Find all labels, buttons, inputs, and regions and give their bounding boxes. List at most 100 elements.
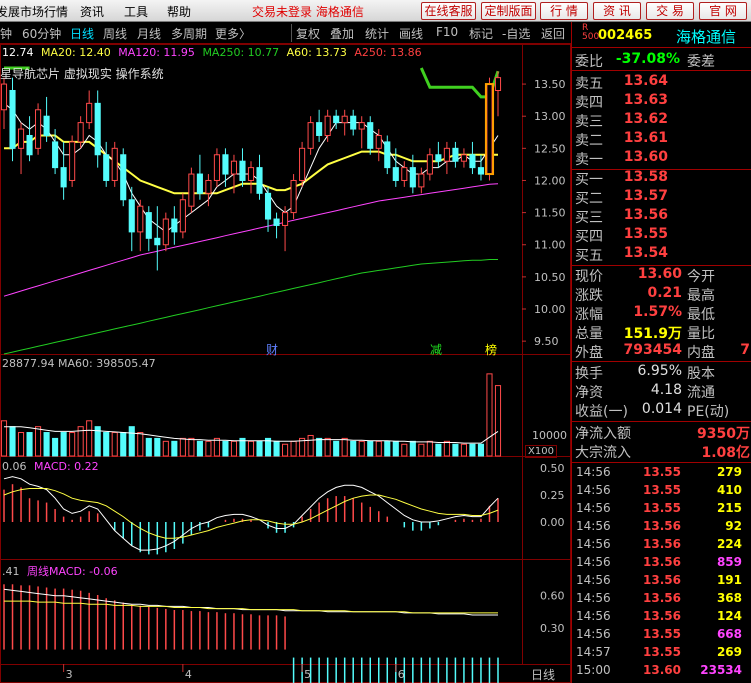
sell-level-row[interactable]: 卖三 13.62 [572,111,751,130]
weibi-value: -37.08% [615,51,680,67]
period-multi[interactable]: 多周期 [171,25,207,42]
trade-tick-row[interactable]: 14:57 13.55 269 [572,645,751,663]
sell-level-price: 13.62 [623,111,668,127]
mark-button[interactable]: 标记 [469,25,493,42]
price-tick-label: 13.00 [534,110,566,123]
chart-area[interactable]: 13.50 13.00 12.50 12.00 11.50 11.00 10.50 10.00… [0,44,571,683]
tick-volume: 224 [716,537,742,551]
trade-tick-row[interactable]: 14:56 13.55 668 [572,627,751,645]
tick-time: 14:56 [576,573,611,587]
volume-bar [43,432,50,457]
candle-up [282,212,289,226]
stat-row: 现价 13.60 今开 [572,266,751,285]
trade-tick-row[interactable]: 14:56 13.55 215 [572,501,751,519]
sell-level-row[interactable]: 卖四 13.63 [572,92,751,111]
stat-value: 151.9万 [623,326,682,342]
trade-tick-row[interactable]: 14:56 13.56 92 [572,519,751,537]
finance-row: 换手 6.95% 股本 [572,363,751,382]
marker-finance[interactable]: 财 [266,341,278,358]
menu-bar: 发展市场行情 资讯 工具 帮助 交易未登录 海格通信 在线客服 定制版面 行 情… [0,0,751,22]
candle-up [299,147,306,181]
volume-bar [290,440,297,457]
sell-level-row[interactable]: 卖二 13.61 [572,130,751,149]
sell-level-row[interactable]: 卖五 13.64 [572,73,751,92]
sell-level-row[interactable]: 卖一 13.60 [572,149,751,168]
period-monthly[interactable]: 月线 [137,25,161,42]
tick-volume: 279 [716,465,742,479]
tick-price: 13.55 [643,465,681,479]
volume-bar [392,440,399,457]
buy-level-price: 13.56 [623,207,668,223]
watchlist-button[interactable]: -自选 [502,25,530,42]
stock-code: 002465 [598,28,653,43]
trade-tick-row[interactable]: 14:56 13.56 124 [572,609,751,627]
menu-market[interactable]: 发展市场行情 [0,3,68,20]
buy-level-row[interactable]: 买一 13.58 [572,169,751,188]
period-weekly[interactable]: 周线 [103,25,127,42]
candle-down [9,89,16,149]
trade-button[interactable]: 交 易 [646,2,694,20]
trade-tick-row[interactable]: 14:56 13.56 224 [572,537,751,555]
menu-news[interactable]: 资讯 [80,3,104,20]
weibi-label: 委比 [575,54,603,70]
trade-tick-row[interactable]: 15:00 13.60 23534 [572,663,751,681]
weekly-macd-legend-prefix: .41 [2,565,20,578]
adjust-button[interactable]: 复权 [296,25,320,42]
volume-bar [35,426,42,457]
marker-reduce[interactable]: 减 [430,341,442,358]
tick-time: 14:56 [576,591,611,605]
volume-bar [171,440,178,457]
buy-level-row[interactable]: 买四 13.55 [572,226,751,245]
trade-tick-row[interactable]: 14:56 13.56 368 [572,591,751,609]
menu-help[interactable]: 帮助 [167,3,191,20]
stat-label: 现价 [575,269,603,285]
period-daily[interactable]: 日线 [70,25,94,42]
candle-down [477,167,485,175]
candle-up [77,122,84,143]
trade-tick-row[interactable]: 14:56 13.56 859 [572,555,751,573]
candle-down [333,115,340,124]
overlay-button[interactable]: 叠加 [330,25,354,42]
volume-bar [443,440,450,457]
candle-down [392,167,399,181]
stat-label-secondary: 量比 [687,326,715,342]
tick-volume: 410 [716,483,742,497]
login-status: 交易未登录 海格通信 [252,5,364,19]
online-service-button[interactable]: 在线客服 [421,2,476,20]
stat-label-secondary: 最高 [687,288,715,304]
draw-button[interactable]: 画线 [399,25,423,42]
f10-button[interactable]: F10 [436,25,458,39]
official-site-button[interactable]: 官 网 [699,2,747,20]
buy-level-row[interactable]: 买五 13.54 [572,245,751,264]
volume-bar [26,432,33,457]
quotes-button[interactable]: 行 情 [540,2,588,20]
back-button[interactable]: 返回 [541,25,565,42]
volume-bar [0,420,8,457]
stat-label: 涨幅 [575,307,603,323]
volume-bar [205,440,212,457]
period-minute[interactable]: 钟 [0,25,12,42]
menu-tools[interactable]: 工具 [124,3,148,20]
candle-up [307,122,314,149]
marker-rank[interactable]: 榜 [485,341,497,358]
period-60min[interactable]: 60分钟 [22,25,61,42]
buy-level-row[interactable]: 买二 13.57 [572,188,751,207]
trade-tick-row[interactable]: 14:56 13.55 279 [572,465,751,483]
volume-bar [324,437,331,457]
stat-row: 外盘 793454 内盘 7 [572,342,751,361]
ma-legend-a250: A250: 13.86 [354,46,422,59]
sell-level-label: 卖四 [575,95,603,111]
trade-tick-row[interactable]: 14:56 13.55 410 [572,483,751,501]
weekly-dea-line [4,600,498,614]
period-more[interactable]: 更多〉 [215,25,251,42]
custom-layout-button[interactable]: 定制版面 [481,2,536,20]
candle-down [452,147,459,162]
tick-price: 13.56 [643,609,681,623]
info-button[interactable]: 资 讯 [593,2,641,20]
stats-button[interactable]: 统计 [365,25,389,42]
buy-level-price: 13.55 [623,226,668,242]
candle-up [290,179,297,214]
volume-bar [460,443,467,457]
buy-level-row[interactable]: 买三 13.56 [572,207,751,226]
trade-tick-row[interactable]: 14:56 13.56 191 [572,573,751,591]
